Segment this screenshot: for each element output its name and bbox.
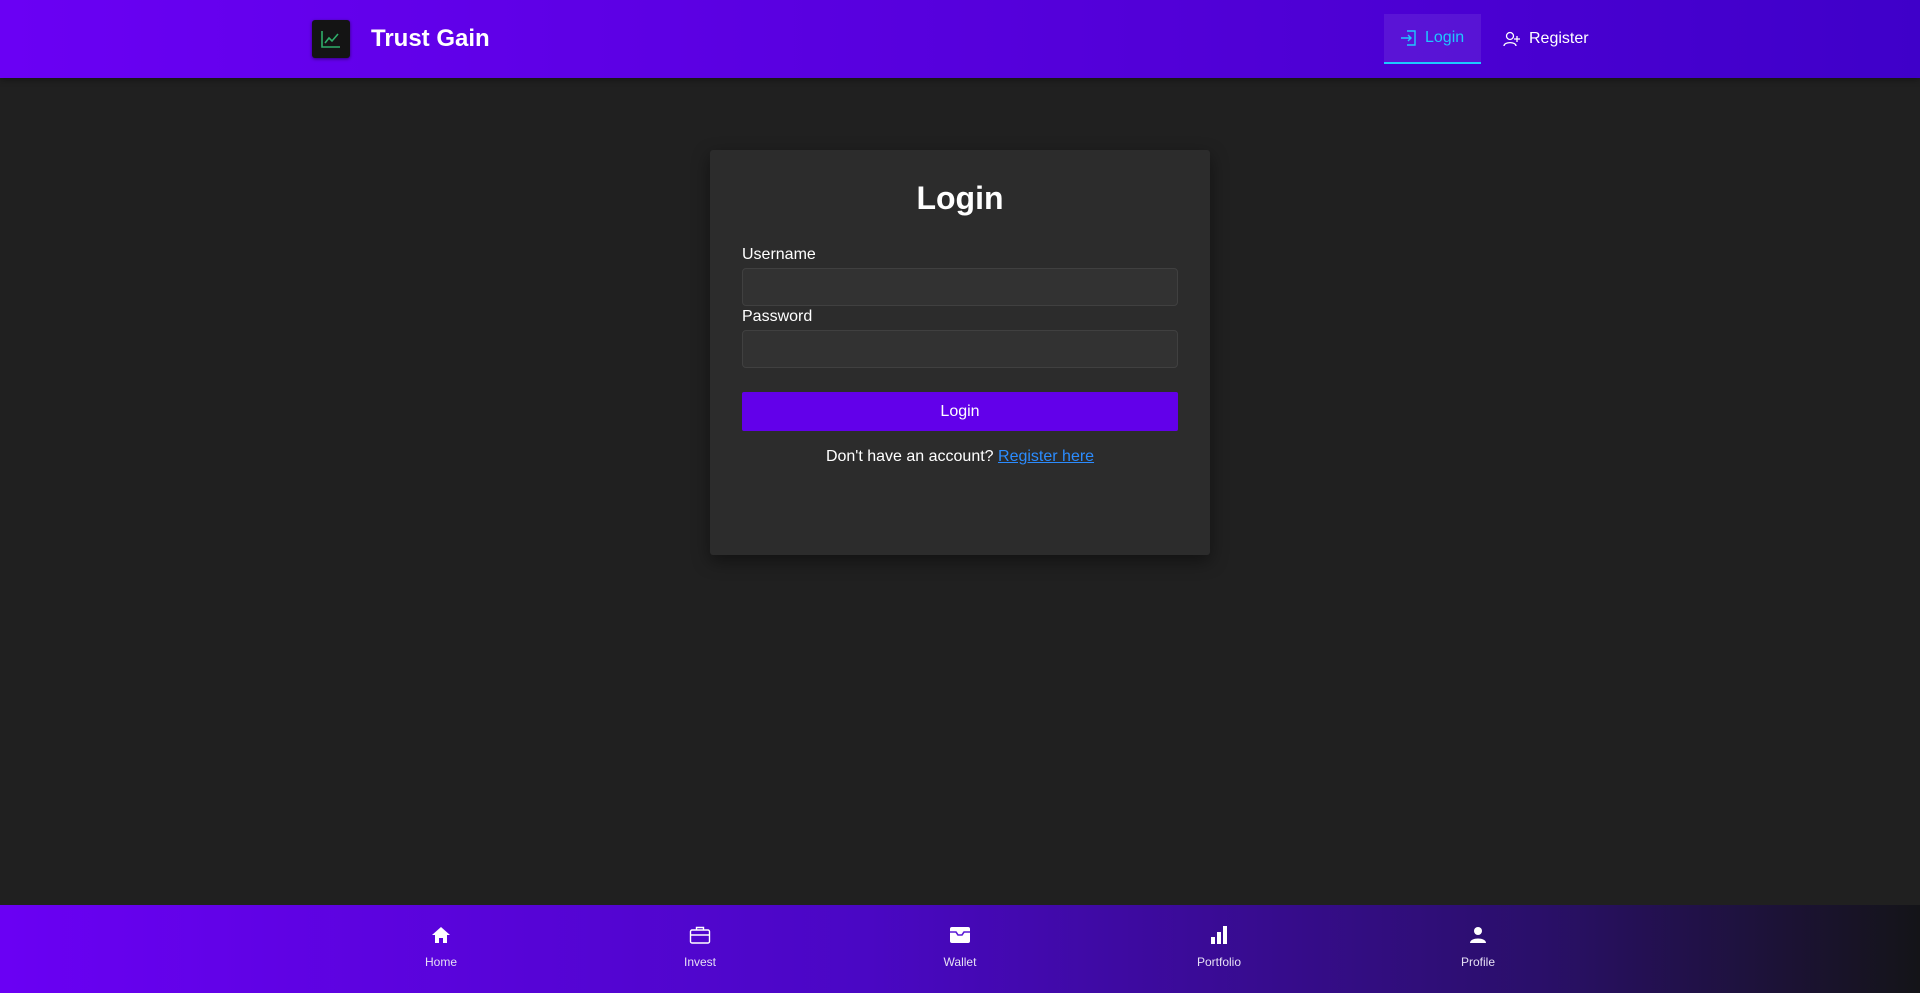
bottom-nav-profile-label: Profile bbox=[1460, 955, 1495, 969]
brand-name: Trust Gain bbox=[371, 25, 490, 52]
password-label: Password bbox=[742, 308, 813, 325]
register-here-link[interactable]: Register here bbox=[998, 448, 1094, 465]
chart-line-icon bbox=[312, 20, 350, 58]
bottom-nav: Home Invest Wallet Portfolio Profile bbox=[0, 905, 1920, 993]
password-input[interactable] bbox=[742, 330, 1178, 368]
wallet-icon bbox=[900, 923, 1020, 947]
username-label: Username bbox=[742, 246, 816, 263]
bottom-nav-profile[interactable]: Profile bbox=[1418, 923, 1538, 969]
bottom-nav-home[interactable]: Home bbox=[381, 923, 501, 969]
bottom-nav-invest-label: Invest bbox=[683, 955, 716, 969]
nav-login-label: Login bbox=[1425, 29, 1465, 46]
nav-register-label: Register bbox=[1529, 30, 1589, 47]
brand[interactable]: Trust Gain bbox=[312, 20, 490, 58]
user-plus-icon bbox=[1503, 31, 1521, 47]
bottom-nav-portfolio[interactable]: Portfolio bbox=[1159, 923, 1279, 969]
username-input[interactable] bbox=[742, 268, 1178, 306]
briefcase-icon bbox=[640, 923, 760, 947]
person-icon bbox=[1418, 923, 1538, 947]
nav-links: Login Register bbox=[1384, 14, 1605, 64]
top-navbar: Trust Gain Login Register bbox=[0, 0, 1920, 78]
bottom-nav-home-label: Home bbox=[424, 955, 457, 969]
bar-chart-icon bbox=[1159, 923, 1279, 947]
bottom-nav-invest[interactable]: Invest bbox=[640, 923, 760, 969]
bottom-nav-wallet[interactable]: Wallet bbox=[900, 923, 1020, 969]
nav-register-link[interactable]: Register bbox=[1487, 14, 1605, 64]
login-card: Login Username Password Login Don't have… bbox=[710, 150, 1210, 555]
bottom-nav-wallet-label: Wallet bbox=[943, 955, 977, 969]
login-submit-button[interactable]: Login bbox=[742, 392, 1178, 431]
login-icon bbox=[1400, 30, 1417, 46]
no-account-text: Don't have an account? bbox=[825, 448, 994, 465]
bottom-nav-portfolio-label: Portfolio bbox=[1196, 955, 1242, 969]
register-prompt: Don't have an account? Register here bbox=[710, 448, 1210, 466]
nav-login-link[interactable]: Login bbox=[1384, 14, 1481, 64]
home-icon bbox=[381, 923, 501, 947]
login-title: Login bbox=[916, 180, 1004, 216]
